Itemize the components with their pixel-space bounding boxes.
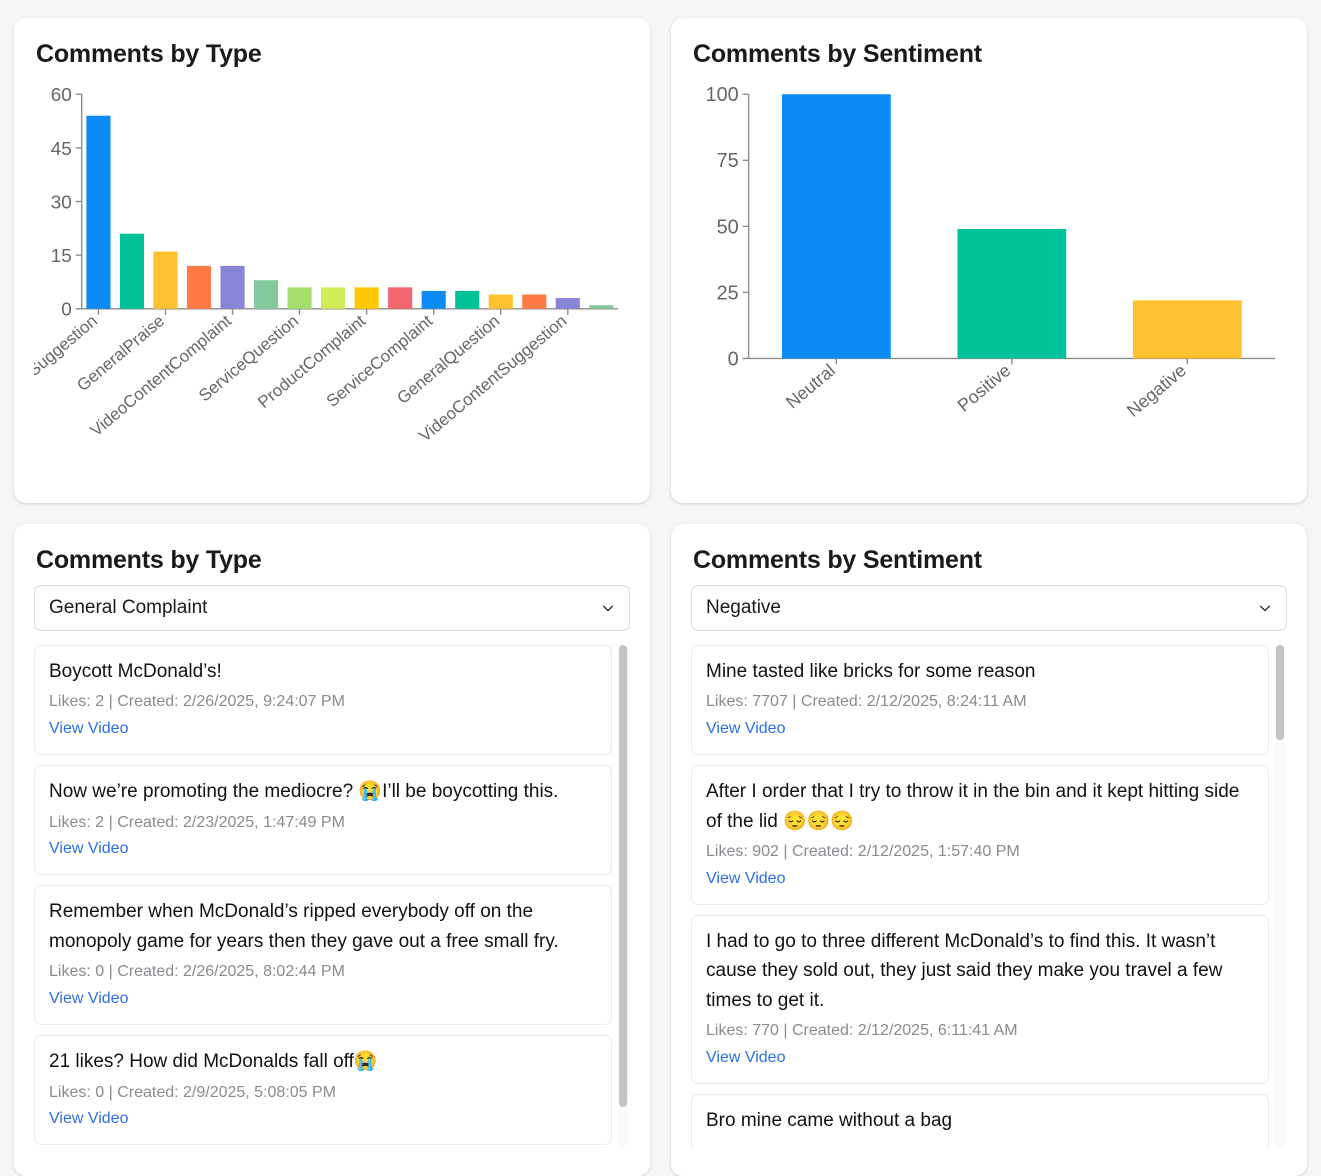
type-filter-select[interactable]: General Complaint [34,585,630,631]
y-axis-tick-label: 100 [706,84,739,106]
chevron-down-icon [602,605,614,612]
comment-item: After I order that I try to throw it in … [691,765,1269,905]
comment-meta: Likes: 7707 | Created: 2/12/2025, 8:24:1… [706,693,1027,711]
bar [589,305,614,309]
y-axis-tick-label: 60 [51,84,72,105]
y-axis-tick-label: 15 [51,245,72,266]
type-list-scrollbar-thumb[interactable] [619,645,627,1107]
bar-chart-type: 0 15 30 45 60 ProductSuggestion GeneralPraise V… [34,79,630,479]
page-title-sentiment-chart: Comments by Sentiment [693,40,982,68]
x-axis-tick-label: Neutral [782,360,839,412]
view-video-link[interactable]: View Video [49,1105,128,1132]
comment-meta: Likes: 2 | Created: 2/26/2025, 9:24:07 P… [49,693,345,711]
comment-item: I had to go to three different McDonald’… [691,914,1269,1084]
view-video-link[interactable]: View Video [49,715,128,742]
x-axis-tick-label: Positive [954,360,1015,416]
comments-by-sentiment-chart-card: Comments by Sentiment 0 25 50 75 100 Neutral P… [671,18,1307,503]
comment-item: Now we’re promoting the mediocre? 😭I’ll … [34,765,612,876]
comment-text: Boycott McDonald’s! [49,661,222,682]
comment-text: Bro mine came without a bag [706,1109,953,1131]
page-title-type-chart: Comments by Type [36,40,262,68]
bar [1132,300,1242,359]
comment-text: Mine tasted like bricks for some reason [706,661,1036,682]
view-video-link[interactable]: View Video [49,985,128,1012]
comment-text: 21 likes? How did McDonalds fall off😭 [49,1051,378,1073]
comment-meta: Likes: 902 | Created: 2/12/2025, 1:57:40… [706,843,1020,861]
type-list-scrollbar[interactable] [618,645,628,1147]
view-video-link[interactable]: View Video [706,865,785,892]
sentiment-list-scrollbar-thumb[interactable] [1276,645,1284,741]
comment-item: Mine tasted like bricks for some reason L… [691,645,1269,756]
comment-text: Remember when McDonald’s ripped everybod… [49,901,559,952]
type-comment-list[interactable]: Boycott McDonald’s! Likes: 2 | Created: 2… [34,645,630,1147]
bar [153,251,178,309]
comment-item: Boycott McDonald’s! Likes: 2 | Created: 2… [34,645,612,756]
bar [287,287,312,309]
view-video-link[interactable]: View Video [49,835,128,862]
y-axis-tick-label: 45 [51,138,72,159]
sentiment-filter-select[interactable]: Negative [691,585,1287,631]
comment-meta: Likes: 0 | Created: 2/9/2025, 5:08:05 PM [49,1083,336,1101]
view-video-link[interactable]: View Video [706,715,785,742]
bar [388,287,413,309]
comments-by-type-chart-card: Comments by Type 0 15 30 45 60 ProductSuggest… [14,18,650,503]
bar [957,228,1067,359]
bar [321,287,346,309]
bar [522,294,547,309]
comment-text: After I order that I try to throw it in … [706,781,1240,832]
y-axis-tick-label: 30 [51,191,72,212]
bar [555,298,580,309]
comment-item: Remember when McDonald’s ripped everybod… [34,885,612,1026]
bar [354,287,379,309]
dashboard-grid: Comments by Type 0 15 30 45 60 ProductSuggest… [0,0,1321,1176]
bar [421,290,446,309]
bar-chart-sentiment: 0 25 50 75 100 Neutral Positive Negative [691,79,1287,479]
comment-item: 21 likes? How did McDonalds fall off😭 Lik… [34,1035,612,1146]
y-axis-tick-label: 0 [61,299,72,320]
bar-chart-type-svg: 015304560ProductSuggestionGeneralPraiseV… [34,84,619,446]
x-axis-tick-label: Negative [1123,360,1190,421]
type-filter-value: General Complaint [49,597,208,618]
y-axis-tick-label: 0 [728,348,739,370]
bar [186,265,212,309]
sentiment-comment-list[interactable]: Mine tasted like bricks for some reason L… [691,645,1287,1147]
page-title-sentiment-list: Comments by Sentiment [693,546,982,574]
bar [455,290,480,309]
comment-text: I had to go to three different McDonald’… [706,930,1223,1011]
bar [119,233,145,309]
bar [488,294,513,309]
sentiment-list-scrollbar[interactable] [1275,645,1285,1147]
page-title-type-list: Comments by Type [36,546,262,574]
bar [220,265,245,309]
x-axis-tick-label: ProductSuggestion [34,311,101,417]
comments-by-type-list-card: Comments by Type General Complaint Boyco… [14,524,650,1176]
bar-chart-sentiment-svg: 0 25 50 75 100 Neutral Positive Negative [706,84,1276,421]
comment-meta: Likes: 770 | Created: 2/12/2025, 6:11:41… [706,1022,1018,1040]
bar [781,94,891,359]
comment-meta: Likes: 2 | Created: 2/23/2025, 1:47:49 P… [49,813,345,831]
comment-item: Bro mine came without a bag [691,1093,1269,1147]
y-axis-tick-label: 25 [717,282,739,304]
sentiment-filter-value: Negative [706,597,781,618]
view-video-link[interactable]: View Video [706,1044,785,1071]
y-axis-tick-label: 50 [717,216,739,238]
bar [253,280,279,309]
bar [86,115,111,309]
comment-text: Now we’re promoting the mediocre? 😭I’ll … [49,781,559,803]
comments-by-sentiment-list-card: Comments by Sentiment Negative Mine tast… [671,524,1307,1176]
comment-meta: Likes: 0 | Created: 2/26/2025, 8:02:44 P… [49,963,345,981]
chevron-down-icon [1259,605,1271,612]
y-axis-tick-label: 75 [717,150,739,172]
